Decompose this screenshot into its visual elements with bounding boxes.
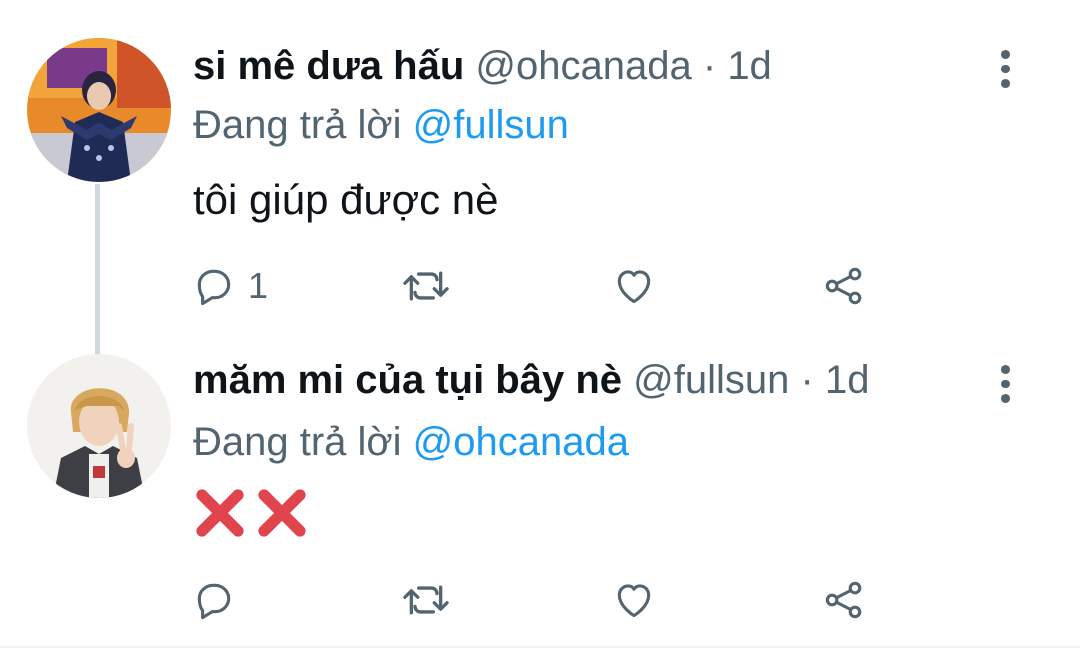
replying-mention[interactable]: @fullsun (413, 103, 569, 147)
avatar-ohcanada[interactable] (27, 38, 171, 182)
replying-to: Đang trả lời @ohcanada (193, 418, 629, 466)
reply-button[interactable]: 1 (192, 264, 268, 308)
retweet-icon (403, 585, 449, 615)
handle[interactable]: @ohcanada (475, 44, 691, 88)
reply-icon (197, 269, 231, 306)
display-name[interactable]: si mê dưa hấu (193, 44, 464, 88)
tweet-2[interactable]: măm mi của tụi bây nè @fullsun · 1d Đang… (0, 336, 1080, 648)
avatar-fullsun[interactable] (27, 354, 171, 498)
tweet-header: măm mi của tụi bây nè @fullsun · 1d (193, 356, 869, 404)
timestamp[interactable]: 1d (825, 358, 870, 402)
tweet-actions: 1 (192, 264, 892, 308)
thread-line (95, 184, 100, 354)
display-name[interactable]: măm mi của tụi bây nè (193, 358, 622, 402)
cross-mark-emoji (196, 489, 244, 537)
retweet-icon (403, 271, 449, 301)
like-button[interactable] (612, 578, 656, 622)
tweet-text (193, 486, 309, 540)
separator: · (702, 44, 717, 88)
tweet-1[interactable]: si mê dưa hấu @ohcanada · 1d Đang trả lờ… (0, 0, 1080, 354)
timestamp[interactable]: 1d (727, 44, 772, 88)
share-icon (825, 267, 862, 305)
share-icon (825, 581, 862, 619)
more-options-button[interactable] (990, 47, 1020, 91)
replying-to: Đang trả lời @fullsun (193, 101, 569, 149)
heart-icon (617, 270, 651, 304)
retweet-button[interactable] (400, 578, 452, 622)
cross-mark-emoji (258, 489, 306, 537)
handle[interactable]: @fullsun (633, 358, 789, 402)
tweet-text: tôi giúp được nè (193, 176, 499, 223)
replying-mention[interactable]: @ohcanada (413, 420, 629, 464)
replying-prefix: Đang trả lời (193, 103, 402, 147)
tweet-actions (192, 578, 892, 622)
share-button[interactable] (822, 578, 866, 622)
heart-icon (617, 584, 651, 618)
more-vertical-icon (1000, 50, 1010, 59)
share-button[interactable] (822, 264, 866, 308)
separator: · (800, 358, 814, 402)
avatar-image (27, 354, 171, 498)
more-options-button[interactable] (990, 362, 1020, 406)
more-vertical-icon (1000, 365, 1010, 374)
reply-count: 1 (248, 265, 269, 306)
reply-icon (197, 583, 231, 620)
tweet-header: si mê dưa hấu @ohcanada · 1d (193, 42, 772, 90)
avatar-image (27, 38, 171, 182)
like-button[interactable] (612, 264, 656, 308)
replying-prefix: Đang trả lời (193, 420, 402, 464)
retweet-button[interactable] (400, 264, 452, 308)
reply-button[interactable] (192, 578, 236, 622)
